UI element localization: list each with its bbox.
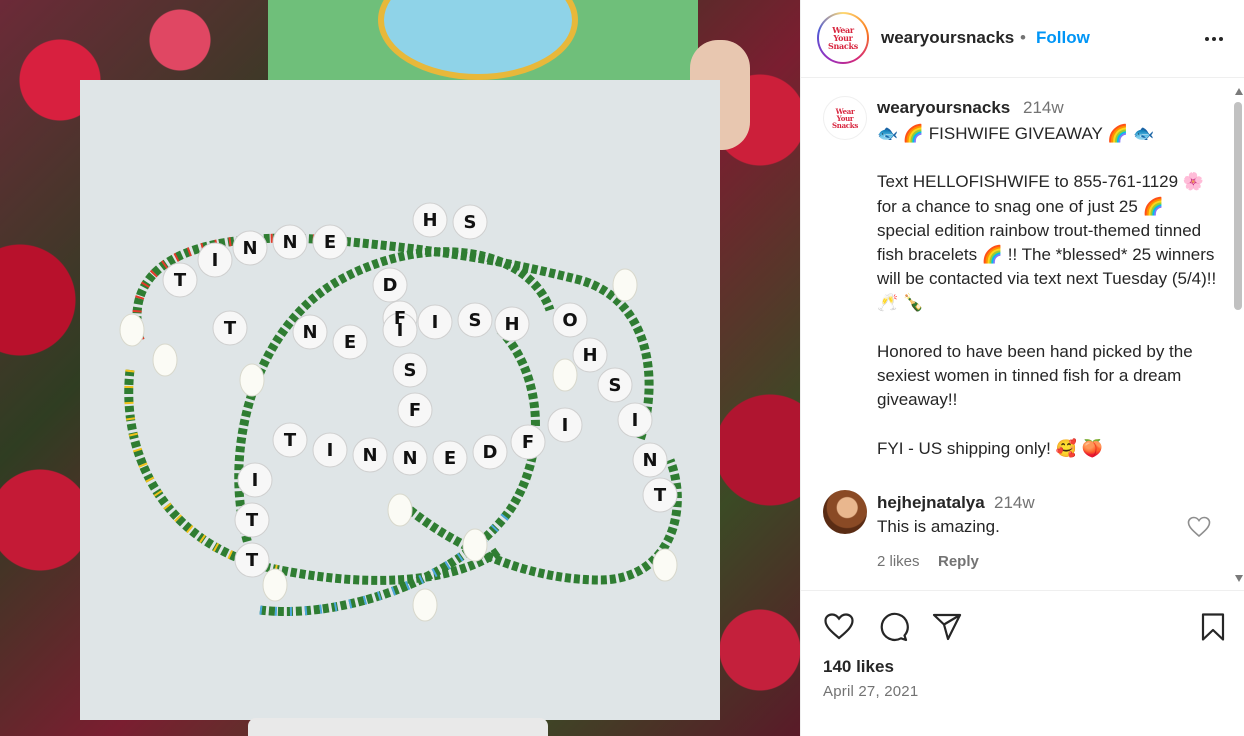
- svg-text:D: D: [383, 275, 398, 296]
- svg-text:S: S: [469, 310, 482, 331]
- svg-text:I: I: [632, 410, 639, 431]
- post-actions: 140 likes April 27, 2021: [801, 590, 1244, 736]
- svg-text:E: E: [444, 448, 456, 469]
- tin-can-label: [378, 0, 578, 80]
- svg-text:I: I: [252, 470, 259, 491]
- post-likes-count[interactable]: 140 likes: [823, 657, 894, 677]
- svg-text:E: E: [344, 332, 356, 353]
- svg-text:N: N: [642, 450, 657, 471]
- logo-word: Snacks: [828, 41, 858, 51]
- svg-text:T: T: [246, 550, 259, 571]
- comment-username[interactable]: hejhejnatalya: [877, 493, 985, 513]
- more-options-icon[interactable]: [1199, 24, 1229, 54]
- svg-text:H: H: [422, 210, 437, 231]
- svg-text:D: D: [483, 442, 498, 463]
- bottom-bracelet-strip: [248, 718, 548, 736]
- post-date[interactable]: April 27, 2021: [823, 683, 918, 700]
- svg-text:I: I: [562, 415, 569, 436]
- photo-paper-background: TINNE HS TNEFISH OHSINT TINNEDFI ITT DIS…: [80, 80, 720, 720]
- author-username[interactable]: wearyoursnacks: [881, 28, 1014, 48]
- share-icon[interactable]: [931, 611, 963, 643]
- svg-text:N: N: [242, 238, 257, 259]
- comment-icon[interactable]: [877, 611, 909, 643]
- svg-text:N: N: [402, 448, 417, 469]
- header-separator: •: [1020, 28, 1026, 47]
- svg-text:S: S: [464, 212, 477, 233]
- scrollbar-thumb[interactable]: [1234, 102, 1242, 310]
- comments-section[interactable]: Wear Your Snacks wearyoursnacks 214w 🐟 🌈…: [801, 80, 1244, 588]
- svg-text:O: O: [562, 310, 577, 331]
- svg-text:T: T: [174, 270, 187, 291]
- svg-text:I: I: [432, 312, 439, 333]
- svg-text:S: S: [404, 360, 417, 381]
- svg-text:N: N: [302, 322, 317, 343]
- author-avatar[interactable]: Wear Your Snacks: [817, 12, 869, 64]
- comment-timestamp[interactable]: 214w: [994, 493, 1035, 513]
- caption-text: 🐟 🌈 FISHWIFE GIVEAWAY 🌈 🐟 Text HELLOFISH…: [877, 124, 1217, 458]
- caption-timestamp[interactable]: 214w: [1023, 98, 1064, 118]
- svg-text:T: T: [284, 430, 297, 451]
- logo-word: Snacks: [832, 120, 858, 130]
- caption-username[interactable]: wearyoursnacks: [877, 98, 1010, 118]
- svg-text:N: N: [362, 445, 377, 466]
- svg-text:N: N: [282, 232, 297, 253]
- post-header: Wear Your Snacks wearyoursnacks • Follow: [801, 0, 1244, 78]
- post-side-panel: Wear Your Snacks wearyoursnacks • Follow…: [800, 0, 1244, 736]
- heart-icon[interactable]: [823, 611, 855, 643]
- scroll-down-arrow-icon[interactable]: [1235, 575, 1243, 582]
- svg-text:T: T: [246, 510, 259, 531]
- comment-reply-button[interactable]: Reply: [938, 553, 979, 570]
- svg-text:T: T: [224, 318, 237, 339]
- comments-scrollbar[interactable]: [1231, 84, 1244, 584]
- svg-text:T: T: [654, 485, 667, 506]
- svg-text:I: I: [212, 250, 219, 271]
- svg-text:H: H: [582, 345, 597, 366]
- comment-likes[interactable]: 2 likes: [877, 553, 920, 570]
- caption-avatar[interactable]: Wear Your Snacks: [823, 96, 867, 140]
- scroll-up-arrow-icon[interactable]: [1235, 88, 1243, 95]
- author-avatar-logo: Wear Your Snacks: [819, 14, 867, 62]
- bookmark-icon[interactable]: [1197, 611, 1229, 643]
- post-photo[interactable]: TINNE HS TNEFISH OHSINT TINNEDFI ITT DIS…: [0, 0, 800, 736]
- svg-text:H: H: [504, 314, 519, 335]
- bracelets-illustration: TIN N E HS T N EF I S H OHSINT T I N N E D FI ITT DIS…: [119, 202, 682, 622]
- comment-text: This is amazing.: [877, 517, 1000, 536]
- svg-text:S: S: [609, 375, 622, 396]
- svg-text:E: E: [324, 232, 336, 253]
- svg-text:I: I: [397, 320, 404, 341]
- follow-button[interactable]: Follow: [1036, 28, 1090, 48]
- commenter-avatar[interactable]: [823, 490, 867, 534]
- comment-like-heart-icon[interactable]: [1187, 516, 1211, 538]
- svg-text:F: F: [409, 400, 421, 421]
- svg-text:I: I: [327, 440, 334, 461]
- svg-text:F: F: [522, 432, 534, 453]
